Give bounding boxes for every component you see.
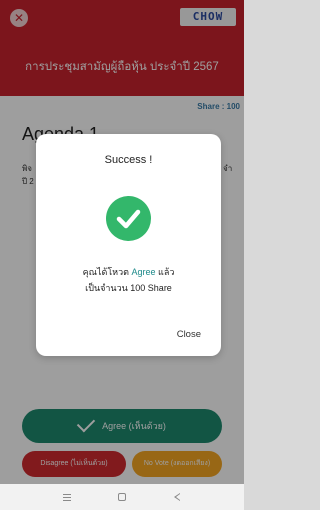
dialog-message: คุณได้โหวต Agree แล้ว bbox=[36, 265, 221, 279]
check-circle-icon bbox=[106, 196, 151, 241]
success-dialog: Success ! คุณได้โหวต Agree แล้ว เป็นจำนว… bbox=[36, 134, 221, 356]
message-suffix: แล้ว bbox=[158, 267, 175, 277]
dialog-message-amount: เป็นจำนวน 100 Share bbox=[85, 283, 172, 293]
message-prefix: คุณได้โหวต bbox=[82, 267, 129, 277]
back-icon[interactable] bbox=[170, 491, 184, 503]
dialog-title: Success ! bbox=[104, 154, 153, 166]
close-button[interactable]: Close bbox=[177, 329, 201, 340]
system-navbar bbox=[0, 484, 244, 510]
home-icon[interactable] bbox=[115, 491, 129, 503]
menu-icon[interactable] bbox=[60, 491, 74, 503]
message-choice: Agree bbox=[131, 267, 156, 277]
